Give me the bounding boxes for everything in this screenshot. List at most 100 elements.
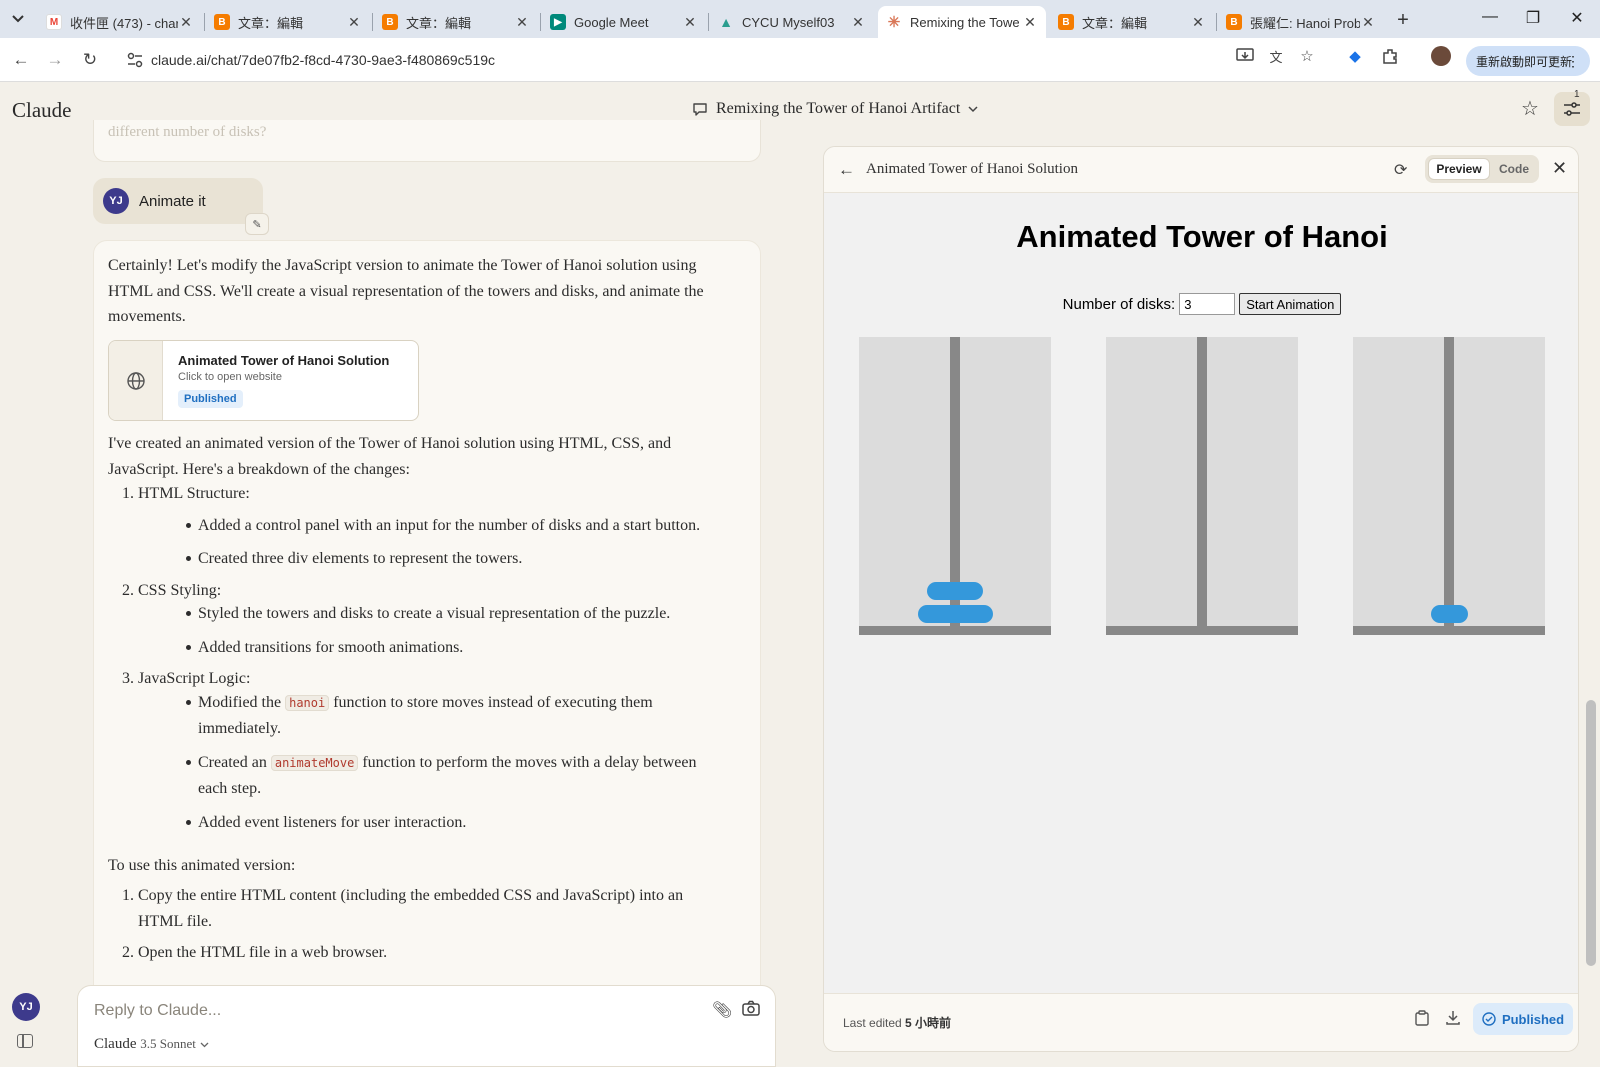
site-settings-icon[interactable]	[126, 51, 144, 69]
disk-controls: Number of disks: Start Animation	[824, 293, 1578, 315]
refresh-icon[interactable]: ⟳	[1394, 160, 1407, 180]
start-animation-button[interactable]: Start Animation	[1239, 293, 1342, 315]
window-close-icon[interactable]: ✕	[1567, 8, 1587, 28]
artifact-card[interactable]: Animated Tower of Hanoi Solution Click t…	[108, 340, 419, 421]
back-arrow-icon[interactable]: ←	[838, 160, 855, 180]
tab-claude-active[interactable]: ✳ Remixing the Towe ✕	[878, 6, 1046, 38]
tab-blogger-4[interactable]: B 張耀仁: Hanoi Prob ✕	[1218, 6, 1384, 38]
tab-cycu[interactable]: ▲ CYCU Myself03 ✕	[710, 6, 874, 38]
list-item: 1. HTML Structure: Added a control panel…	[108, 481, 728, 572]
blogger-icon: B	[382, 14, 398, 30]
star-conversation-icon[interactable]: ☆	[1518, 96, 1542, 120]
user-avatar: YJ	[103, 188, 129, 214]
user-message-text: Animate it	[139, 192, 206, 210]
close-tab-icon[interactable]: ✕	[1360, 14, 1376, 31]
close-tab-icon[interactable]: ✕	[514, 14, 530, 31]
assistant-message: Certainly! Let's modify the JavaScript v…	[93, 240, 761, 1000]
tab-search-chevron-icon[interactable]	[6, 7, 30, 31]
bullet-item: Added transitions for smooth animations.	[138, 635, 728, 661]
inline-code: hanoi	[285, 694, 330, 711]
page-scrollbar[interactable]	[1586, 700, 1596, 966]
view-toggle: Preview Code	[1425, 155, 1539, 183]
preview-heading: Animated Tower of Hanoi	[1016, 219, 1388, 254]
blogger-icon: B	[1226, 14, 1242, 30]
paperclip-icon[interactable]: 📎︎	[712, 1000, 732, 1020]
inline-code: animateMove	[270, 754, 359, 771]
chevron-down-icon	[968, 105, 978, 112]
sliders-icon	[1564, 102, 1580, 116]
download-icon[interactable]	[1445, 1010, 1461, 1026]
tab-gmail[interactable]: M 收件匣 (473) - char ✕	[38, 6, 202, 38]
tower-3	[1353, 337, 1545, 635]
disk-size-3	[917, 605, 993, 623]
list-item: 2. Open the HTML file in a web browser.	[122, 944, 388, 961]
reply-composer[interactable]: Reply to Claude... 📎︎ Claude 3.5 Sonnet	[77, 985, 776, 1067]
claude-icon: ✳	[887, 14, 901, 31]
forward-icon[interactable]: →	[44, 49, 66, 71]
translate-icon[interactable]: 文	[1267, 47, 1285, 65]
sidebar-toggle-icon[interactable]	[17, 1034, 33, 1048]
back-icon[interactable]: ←	[10, 49, 32, 71]
close-tab-icon[interactable]: ✕	[682, 14, 698, 31]
model-selector[interactable]: Claude 3.5 Sonnet	[94, 1036, 209, 1053]
assistant-explanation-paragraph: I've created an animated version of the …	[108, 435, 672, 478]
globe-icon	[109, 341, 163, 420]
close-tab-icon[interactable]: ✕	[1190, 14, 1206, 31]
tower-base	[1353, 626, 1545, 635]
artifact-preview: Animated Tower of Hanoi Number of disks:…	[824, 193, 1578, 993]
usage-steps-list: 1. Copy the entire HTML content (includin…	[108, 883, 728, 966]
artifact-card-title: Animated Tower of Hanoi Solution	[178, 353, 390, 368]
reply-input[interactable]: Reply to Claude...	[94, 1002, 221, 1020]
list-item: 1. Copy the entire HTML content (includin…	[122, 887, 684, 930]
list-item: 2. CSS Styling: Styled the towers and di…	[108, 578, 728, 661]
published-button[interactable]: Published	[1473, 1003, 1573, 1035]
close-tab-icon[interactable]: ✕	[1022, 14, 1038, 31]
tab-blogger-3[interactable]: B 文章：編輯 ✕	[1050, 6, 1214, 38]
user-message: YJ Animate it	[93, 178, 263, 224]
tab-blogger-2[interactable]: B 文章：編輯 ✕	[374, 6, 538, 38]
check-circle-icon	[1482, 1012, 1496, 1026]
browser-tab-bar: M 收件匣 (473) - char ✕ B 文章：編輯 ✕ B 文章：編輯 ✕…	[0, 0, 1600, 38]
sidebar-user-avatar[interactable]: YJ	[12, 993, 40, 1021]
claude-logo[interactable]: Claude	[12, 98, 71, 123]
bullet-item: Modified the hanoi function to store mov…	[138, 690, 728, 742]
assistant-intro-paragraph: Certainly! Let's modify the JavaScript v…	[108, 257, 704, 325]
bullet-item: Added event listeners for user interacti…	[138, 810, 728, 836]
tab-code[interactable]: Code	[1493, 158, 1535, 180]
artifact-card-subtitle: Click to open website	[178, 371, 282, 383]
notification-badge: 1	[1574, 89, 1580, 100]
close-tab-icon[interactable]: ✕	[850, 14, 866, 31]
tab-blogger-1[interactable]: B 文章：編輯 ✕	[206, 6, 370, 38]
install-app-icon[interactable]	[1236, 47, 1254, 65]
close-tab-icon[interactable]: ✕	[178, 14, 194, 31]
disk-count-input[interactable]	[1179, 293, 1236, 315]
tab-google-meet[interactable]: ▶ Google Meet ✕	[542, 6, 706, 38]
bookmark-star-icon[interactable]: ☆	[1298, 47, 1316, 65]
restore-icon[interactable]: ❐	[1523, 8, 1543, 28]
tower-2	[1106, 337, 1298, 635]
disk-count-label: Number of disks:	[1062, 295, 1176, 313]
copy-icon[interactable]	[1415, 1010, 1429, 1026]
changes-list: 1. HTML Structure: Added a control panel…	[108, 481, 728, 835]
google-meet-icon: ▶	[550, 14, 566, 30]
close-tab-icon[interactable]: ✕	[346, 14, 362, 31]
artifact-panel: ← Animated Tower of Hanoi Solution ⟳ Pre…	[823, 146, 1579, 1052]
update-button[interactable]: 重新啟動即可更新 ⋮	[1466, 46, 1590, 76]
camera-icon[interactable]	[742, 1000, 760, 1016]
close-icon[interactable]: ✕	[1552, 158, 1567, 179]
new-tab-icon[interactable]: +	[1392, 9, 1414, 32]
profile-avatar[interactable]	[1431, 46, 1451, 66]
blogger-icon: B	[1058, 14, 1074, 30]
extensions-puzzle-icon[interactable]	[1381, 47, 1399, 65]
chat-controls-button[interactable]	[1554, 92, 1590, 126]
minimize-icon[interactable]: —	[1480, 8, 1500, 26]
extension-graduate-icon[interactable]: ◆	[1346, 47, 1364, 65]
conversation-title-button[interactable]: Remixing the Tower of Hanoi Artifact	[692, 100, 978, 118]
more-menu-icon[interactable]: ⋮	[1566, 53, 1580, 70]
reload-icon[interactable]: ↻	[79, 49, 101, 71]
tab-preview[interactable]: Preview	[1428, 158, 1490, 180]
disk-size-2	[927, 582, 983, 600]
address-bar[interactable]: claude.ai/chat/7de07fb2-f8cd-4730-9ae3-f…	[116, 43, 1302, 77]
edit-message-button[interactable]: ✎	[245, 213, 269, 235]
blogger-icon: B	[214, 14, 230, 30]
